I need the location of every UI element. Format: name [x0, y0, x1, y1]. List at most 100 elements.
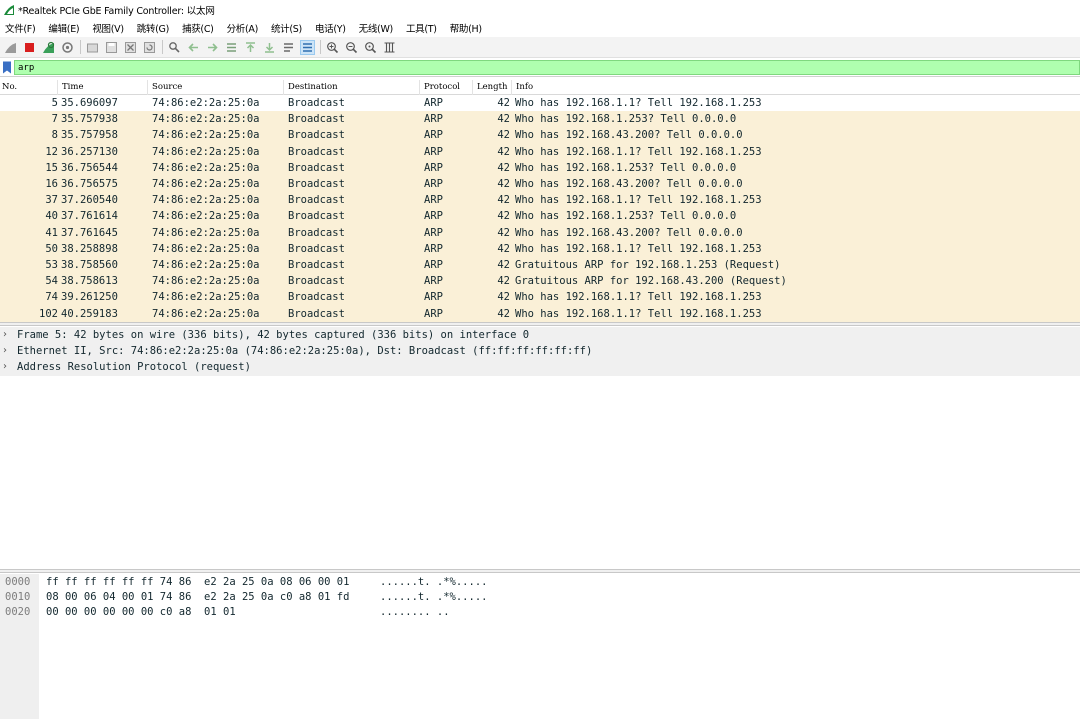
- go-back-icon[interactable]: [186, 40, 201, 55]
- restart-icon[interactable]: [41, 40, 56, 55]
- packet-length: 42: [497, 226, 510, 239]
- packet-protocol: ARP: [424, 178, 443, 190]
- go-last-icon[interactable]: [262, 40, 277, 55]
- column-header-destination[interactable]: Destination: [284, 80, 420, 95]
- save-file-icon[interactable]: [104, 40, 119, 55]
- packet-source: 74:86:e2:2a:25:0a: [152, 161, 260, 174]
- resize-columns-icon[interactable]: [382, 40, 397, 55]
- zoom-out-icon[interactable]: [344, 40, 359, 55]
- packet-destination: Broadcast: [288, 178, 345, 190]
- menu-wireless[interactable]: 无线(W): [359, 21, 394, 35]
- column-header-source[interactable]: Source: [148, 80, 284, 95]
- detail-row-arp[interactable]: › Address Resolution Protocol (request): [0, 359, 1080, 376]
- reload-icon[interactable]: [142, 40, 157, 55]
- menu-view[interactable]: 视图(V): [92, 21, 124, 35]
- packet-info: Who has 192.168.1.253? Tell 0.0.0.0: [515, 210, 737, 223]
- packet-row[interactable]: 7 35.757938 74:86:e2:2a:25:0a Broadcast ARP 4…: [0, 111, 1080, 128]
- packet-no: 74: [45, 291, 58, 304]
- packet-row[interactable]: 102 40.259183 74:86:e2:2a:25:0a Broadcast AR…: [0, 305, 1080, 322]
- packet-row[interactable]: 16 36.756575 74:86:e2:2a:25:0a Broadcast ARP…: [0, 176, 1080, 193]
- packet-row[interactable]: 41 37.761645 74:86:e2:2a:25:0a Broadcast ARP…: [0, 224, 1080, 241]
- packet-row[interactable]: 8 35.757958 74:86:e2:2a:25:0a Broadcast ARP 4…: [0, 127, 1080, 144]
- packet-length: 42: [497, 129, 510, 142]
- column-header-info[interactable]: Info: [512, 80, 1080, 95]
- menu-capture[interactable]: 捕获(C): [182, 21, 214, 35]
- detail-row-frame[interactable]: › Frame 5: 42 bytes on wire (336 bits), …: [0, 327, 1080, 344]
- colorize-icon[interactable]: [300, 39, 315, 55]
- packet-source: 74:86:e2:2a:25:0a: [152, 242, 260, 255]
- autoscroll-icon[interactable]: [281, 40, 296, 55]
- packet-bytes: 0000 ff ff ff ff ff ff 74 86 e2 2a 25 0a…: [0, 574, 1080, 719]
- bytes-hex[interactable]: ff ff ff ff ff ff 74 86 e2 2a 25 0a 08 0…: [46, 575, 349, 590]
- find-packet-icon[interactable]: [167, 40, 182, 55]
- packet-time: 36.257130: [61, 145, 118, 158]
- packet-time: 35.696097: [61, 97, 118, 109]
- menu-edit[interactable]: 编辑(E): [48, 21, 79, 35]
- packet-protocol: ARP: [424, 113, 443, 126]
- packet-row[interactable]: 37 37.260540 74:86:e2:2a:25:0a Broadcast ARP…: [0, 192, 1080, 209]
- packet-protocol: ARP: [424, 161, 443, 174]
- packet-time: 40.259183: [61, 307, 118, 320]
- zoom-in-icon[interactable]: [325, 40, 340, 55]
- packet-row[interactable]: 50 38.258898 74:86:e2:2a:25:0a Broadcast ARP…: [0, 240, 1080, 257]
- packet-info: Gratuitous ARP for 192.168.1.253 (Reques…: [515, 259, 781, 271]
- packet-time: 38.758560: [61, 259, 118, 271]
- packet-source: 74:86:e2:2a:25:0a: [152, 210, 260, 223]
- wireshark-fin-icon: [4, 4, 14, 15]
- bytes-ascii[interactable]: ........ ..: [380, 605, 450, 620]
- packet-row-selected[interactable]: 5 35.696097 74:86:e2:2a:25:0a Broadcast ARP 4…: [0, 95, 1080, 112]
- bytes-row[interactable]: 0000 ff ff ff ff ff ff 74 86 e2 2a 25 0a…: [0, 575, 1080, 590]
- open-file-icon[interactable]: [85, 40, 100, 55]
- menu-file[interactable]: 文件(F): [5, 21, 36, 35]
- menu-telephony[interactable]: 电话(Y): [315, 21, 346, 35]
- expand-chevron-icon[interactable]: ›: [3, 343, 7, 359]
- packet-row[interactable]: 15 36.756544 74:86:e2:2a:25:0a Broadcast ARP…: [0, 159, 1080, 176]
- display-filter-input[interactable]: [14, 60, 1080, 75]
- go-forward-icon[interactable]: [205, 40, 220, 55]
- pane-splitter[interactable]: [0, 569, 1080, 573]
- menu-statistics[interactable]: 统计(S): [271, 21, 302, 35]
- menu-analyze[interactable]: 分析(A): [227, 21, 259, 35]
- bytes-hex[interactable]: 08 00 06 04 00 01 74 86 e2 2a 25 0a c0 a…: [46, 590, 349, 605]
- packet-no: 50: [45, 242, 58, 255]
- detail-row-ethernet[interactable]: › Ethernet II, Src: 74:86:e2:2a:25:0a (7…: [0, 343, 1080, 360]
- capture-options-icon[interactable]: [60, 40, 75, 55]
- shark-fin-start-icon[interactable]: [3, 40, 18, 55]
- packet-length: 42: [497, 275, 510, 288]
- go-to-packet-icon[interactable]: [224, 40, 239, 55]
- bookmark-icon[interactable]: [2, 61, 12, 74]
- bytes-hex[interactable]: 00 00 00 00 00 00 c0 a8 01 01: [46, 605, 236, 620]
- column-header-protocol[interactable]: Protocol: [420, 80, 473, 95]
- toolbar-separator: [320, 40, 321, 54]
- menu-help[interactable]: 帮助(H): [450, 21, 482, 35]
- packet-time: 37.761645: [61, 226, 118, 239]
- bytes-row[interactable]: 0020 00 00 00 00 00 00 c0 a8 01 01 .....…: [0, 605, 1080, 620]
- detail-text: Address Resolution Protocol (request): [17, 361, 251, 374]
- packet-time: 39.261250: [61, 291, 118, 304]
- packet-row[interactable]: 74 39.261250 74:86:e2:2a:25:0a Broadcast ARP…: [0, 289, 1080, 306]
- packet-source: 74:86:e2:2a:25:0a: [152, 307, 260, 320]
- column-header-time[interactable]: Time: [58, 80, 148, 95]
- go-first-icon[interactable]: [243, 40, 258, 55]
- expand-chevron-icon[interactable]: ›: [3, 359, 7, 375]
- packet-info: Who has 192.168.43.200? Tell 0.0.0.0: [515, 226, 743, 239]
- packet-protocol: ARP: [424, 145, 443, 158]
- stop-icon[interactable]: [22, 40, 37, 55]
- zoom-normal-icon[interactable]: [363, 40, 378, 55]
- column-header-no[interactable]: No.: [0, 80, 58, 95]
- menu-go[interactable]: 跳转(G): [137, 21, 170, 35]
- packet-row[interactable]: 12 36.257130 74:86:e2:2a:25:0a Broadcast ARP…: [0, 143, 1080, 160]
- packet-row[interactable]: 40 37.761614 74:86:e2:2a:25:0a Broadcast ARP…: [0, 208, 1080, 225]
- pane-splitter[interactable]: [0, 322, 1080, 326]
- bytes-ascii[interactable]: ......t. .*%.....: [380, 590, 487, 605]
- menu-tools[interactable]: 工具(T): [406, 21, 437, 35]
- expand-chevron-icon[interactable]: ›: [3, 327, 7, 343]
- packet-row[interactable]: 53 38.758560 74:86:e2:2a:25:0a Broadcast ARP…: [0, 257, 1080, 274]
- packet-row[interactable]: 54 38.758613 74:86:e2:2a:25:0a Broadcast ARP…: [0, 273, 1080, 290]
- column-header-length[interactable]: Length: [473, 80, 512, 95]
- close-file-icon[interactable]: [123, 40, 138, 55]
- packet-destination: Broadcast: [288, 161, 345, 174]
- bytes-row[interactable]: 0010 08 00 06 04 00 01 74 86 e2 2a 25 0a…: [0, 590, 1080, 605]
- bytes-ascii[interactable]: ......t. .*%.....: [380, 575, 487, 590]
- packet-no: 15: [45, 161, 58, 174]
